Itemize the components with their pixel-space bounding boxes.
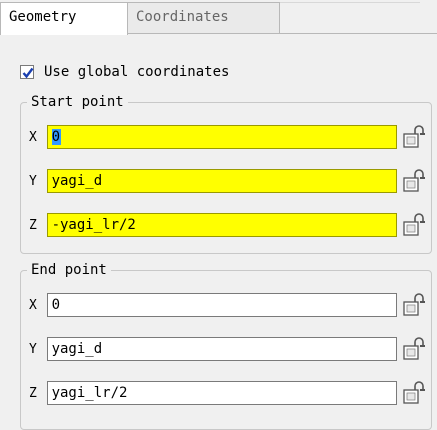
axis-label-z: Z <box>29 385 37 401</box>
start-y-input[interactable] <box>46 169 397 193</box>
start-x-row: X <box>29 124 427 150</box>
axis-label-x: X <box>29 297 37 313</box>
end-z-input[interactable] <box>46 381 397 405</box>
start-y-row: Y <box>29 168 427 194</box>
end-point-group: End point X Y Z <box>20 262 432 430</box>
lock-icon[interactable] <box>403 213 427 237</box>
use-global-checkbox[interactable] <box>20 65 34 79</box>
tab-bar: Geometry Coordinates <box>0 0 437 35</box>
lock-icon[interactable] <box>403 293 427 317</box>
end-y-row: Y <box>29 336 427 362</box>
end-point-title: End point <box>31 262 107 278</box>
start-x-input[interactable] <box>46 125 397 149</box>
axis-label-z: Z <box>29 217 37 233</box>
axis-label-y: Y <box>29 341 37 357</box>
tab-geometry[interactable]: Geometry <box>0 2 128 35</box>
end-z-row: Z <box>29 380 427 406</box>
end-x-row: X <box>29 292 427 318</box>
end-y-input[interactable] <box>46 337 397 361</box>
end-x-input[interactable] <box>46 293 397 317</box>
lock-icon[interactable] <box>403 169 427 193</box>
axis-label-y: Y <box>29 173 37 189</box>
lock-icon[interactable] <box>403 125 427 149</box>
lock-icon[interactable] <box>403 337 427 361</box>
start-point-title: Start point <box>31 94 124 110</box>
checkmark-icon <box>22 67 34 79</box>
use-global-option[interactable]: Use global coordinates <box>20 62 229 82</box>
axis-label-x: X <box>29 129 37 145</box>
start-point-group: Start point X Y Z <box>20 94 432 254</box>
lock-icon[interactable] <box>403 381 427 405</box>
tab-strip-filler <box>280 2 420 34</box>
tab-coordinates[interactable]: Coordinates <box>128 2 280 33</box>
start-z-input[interactable] <box>46 213 397 237</box>
start-z-row: Z <box>29 212 427 238</box>
use-global-label: Use global coordinates <box>44 64 230 80</box>
